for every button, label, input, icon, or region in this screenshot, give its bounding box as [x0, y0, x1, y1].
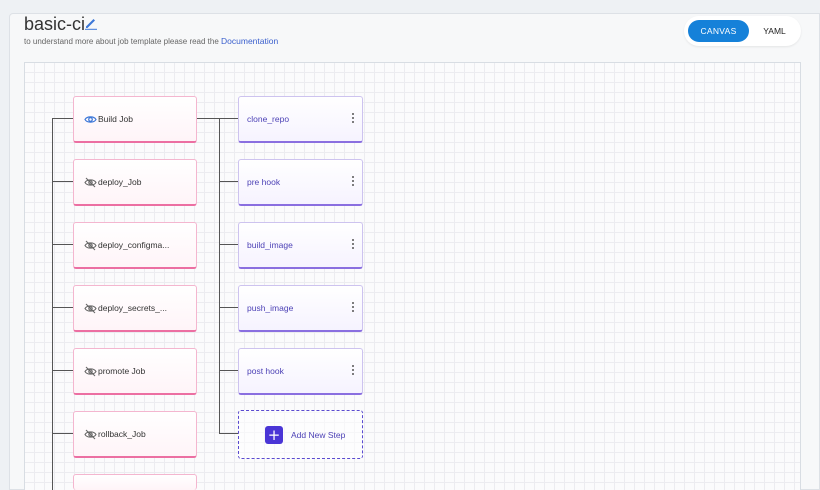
eye-icon[interactable] [84, 113, 97, 126]
job-connector [52, 181, 73, 182]
steps-trunk-line [219, 118, 220, 434]
step-node-push-image[interactable]: push_image [238, 285, 363, 332]
eye-off-icon[interactable] [84, 365, 97, 378]
add-new-step-button[interactable]: + Add New Step [238, 410, 363, 459]
job-node-build[interactable]: Build Job [73, 96, 197, 143]
job-connector [52, 244, 73, 245]
step-connector [219, 433, 238, 434]
job-node-partial[interactable] [73, 474, 197, 490]
step-connector [219, 181, 238, 182]
job-node-rollback[interactable]: rollback_Job [73, 411, 197, 458]
yaml-toggle-button[interactable]: YAML [752, 20, 797, 42]
documentation-link[interactable]: Documentation [221, 36, 278, 46]
canvas-toggle-button[interactable]: CANVAS [688, 20, 749, 42]
job-node-deploy[interactable]: deploy_Job [73, 159, 197, 206]
job-node-promote[interactable]: promote Job [73, 348, 197, 395]
page-title: basic-ci [24, 14, 86, 34]
plus-icon: + [265, 426, 283, 444]
eye-off-icon[interactable] [84, 302, 97, 315]
more-options-icon[interactable] [351, 300, 355, 314]
step-node-pre-hook[interactable]: pre hook [238, 159, 363, 206]
step-connector [219, 307, 238, 308]
job-label: Build Job [98, 114, 133, 124]
job-label: rollback_Job [98, 429, 146, 439]
job-label: promote Job [98, 366, 146, 376]
step-label: build_image [247, 240, 293, 250]
step-node-build-image[interactable]: build_image [238, 222, 363, 269]
eye-off-icon[interactable] [84, 176, 97, 189]
more-options-icon[interactable] [351, 363, 355, 377]
step-label: post hook [247, 366, 284, 376]
job-step-connector [197, 118, 238, 119]
more-options-icon[interactable] [351, 237, 355, 251]
step-label: pre hook [247, 177, 281, 187]
more-options-icon[interactable] [351, 111, 355, 125]
job-connector [52, 433, 73, 434]
page-subtitle: to understand more about job template pl… [24, 36, 278, 46]
step-connector [219, 370, 238, 371]
job-connector [52, 307, 73, 308]
eye-off-icon[interactable] [84, 428, 97, 441]
view-toggle: CANVAS YAML [684, 16, 801, 46]
step-label: push_image [247, 303, 294, 313]
job-node-deploy-secrets[interactable]: deploy_secrets_... [73, 285, 197, 332]
subtitle-text: to understand more about job template pl… [24, 37, 222, 46]
job-label: deploy_configma... [98, 240, 170, 250]
job-connector [52, 118, 73, 119]
add-step-label: Add New Step [291, 430, 346, 440]
more-options-icon[interactable] [351, 174, 355, 188]
step-node-post-hook[interactable]: post hook [238, 348, 363, 395]
step-connector [219, 244, 238, 245]
job-node-deploy-configmap[interactable]: deploy_configma... [73, 222, 197, 269]
pencil-icon[interactable] [84, 16, 98, 30]
eye-off-icon[interactable] [84, 239, 97, 252]
jobs-trunk-line [52, 118, 53, 490]
step-node-clone-repo[interactable]: clone_repo [238, 96, 363, 143]
job-connector [52, 370, 73, 371]
job-label: deploy_Job [98, 177, 142, 187]
step-label: clone_repo [247, 114, 290, 124]
job-label: deploy_secrets_... [98, 303, 167, 313]
